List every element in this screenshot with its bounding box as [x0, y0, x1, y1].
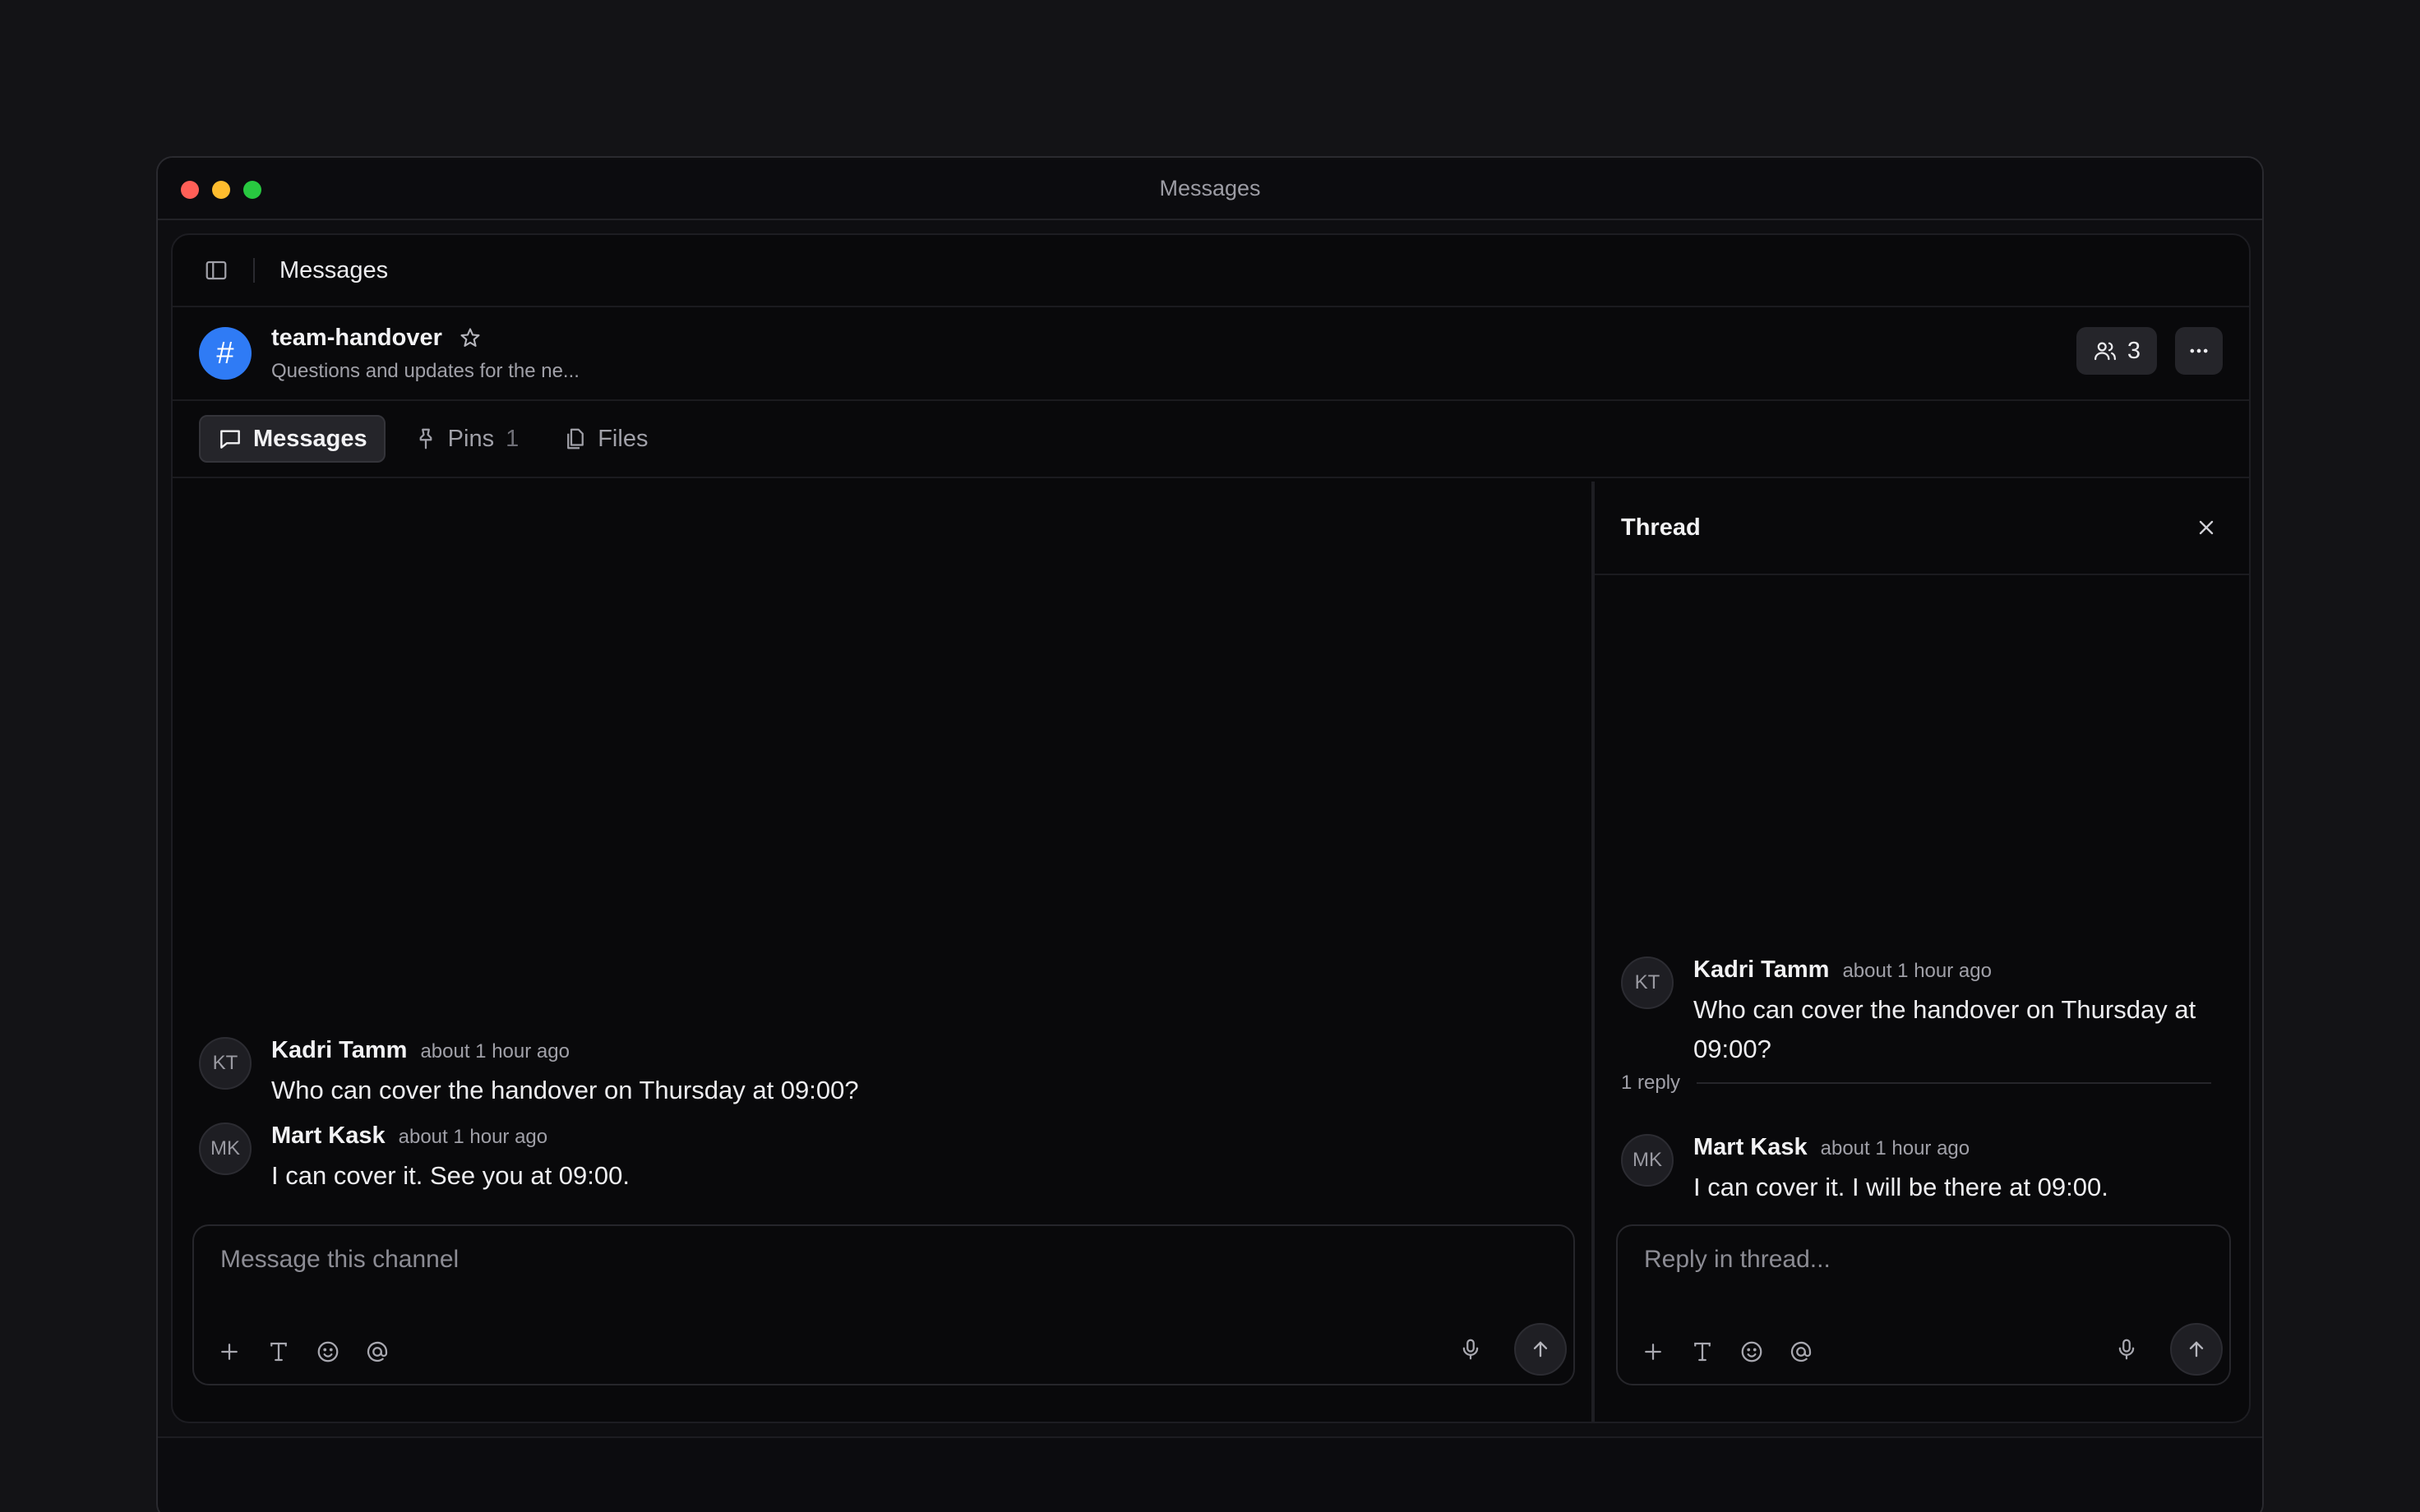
avatar: KT: [199, 1037, 252, 1090]
message-author: Kadri Tamm: [1693, 957, 1830, 983]
plus-icon[interactable]: [214, 1336, 245, 1367]
more-options-button[interactable]: [2175, 327, 2223, 375]
message-text: Who can cover the handover on Thursday a…: [1693, 995, 2196, 1063]
message-timestamp: about 1 hour ago: [398, 1126, 548, 1148]
arrow-up-icon: [1529, 1338, 1552, 1361]
message-text: Who can cover the handover on Thursday a…: [271, 1076, 859, 1104]
member-count: 3: [2127, 337, 2141, 364]
breadcrumb-current: Messages: [279, 256, 389, 284]
message-composer[interactable]: Message this channel: [192, 1224, 1575, 1385]
pins-count: 1: [506, 425, 520, 452]
message-text: I can cover it. See you at 09:00.: [271, 1161, 630, 1190]
text-format-icon[interactable]: [263, 1336, 294, 1367]
tab-label: Files: [598, 425, 649, 452]
text-format-icon[interactable]: [1687, 1336, 1718, 1367]
channel-description: Questions and updates for the ne...: [271, 359, 580, 382]
message-list-pane: KT Kadri Tamm about 1 hour ago Who can c…: [173, 482, 1591, 1422]
send-button[interactable]: [2170, 1323, 2223, 1376]
tab-label: Messages: [253, 425, 367, 452]
channel-avatar: #: [199, 327, 252, 380]
thread-parent-message[interactable]: KT Kadri Tamm about 1 hour ago Who can c…: [1621, 957, 2213, 1069]
tab-files[interactable]: Files: [547, 415, 664, 463]
sidebar-toggle-icon[interactable]: [202, 256, 230, 284]
avatar: MK: [1621, 1134, 1674, 1187]
reply-count: 1 reply: [1621, 1072, 1681, 1094]
title-bar: Messages: [158, 158, 2262, 220]
thread-reply-message[interactable]: MK Mart Kask about 1 hour ago I can cove…: [1621, 1134, 2108, 1207]
thread-composer[interactable]: Reply in thread...: [1616, 1224, 2231, 1385]
window-title: Messages: [1159, 175, 1261, 201]
arrow-up-icon: [2185, 1338, 2208, 1361]
close-window-button[interactable]: [181, 181, 199, 199]
tab-pins[interactable]: Pins 1: [397, 415, 536, 463]
close-icon[interactable]: [2190, 511, 2223, 544]
thread-reply-input[interactable]: Reply in thread...: [1644, 1246, 1831, 1274]
files-icon: [563, 426, 588, 451]
channel-tabs: Messages Pins 1 Files: [173, 401, 2249, 478]
avatar: KT: [1621, 957, 1674, 1009]
channel-header: # team-handover Questions and updates fo…: [173, 307, 2249, 401]
window-controls: [181, 181, 261, 199]
mention-icon[interactable]: [1785, 1336, 1817, 1367]
emoji-icon[interactable]: [312, 1336, 344, 1367]
message-author: Mart Kask: [271, 1122, 386, 1149]
app-panel: Messages # team-handover Questions and u…: [171, 233, 2251, 1423]
microphone-icon[interactable]: [1455, 1334, 1486, 1365]
message-timestamp: about 1 hour ago: [1820, 1137, 1970, 1159]
message-timestamp: about 1 hour ago: [420, 1040, 570, 1063]
star-icon[interactable]: [459, 326, 482, 349]
message-input[interactable]: Message this channel: [220, 1246, 459, 1274]
emoji-icon[interactable]: [1736, 1336, 1767, 1367]
message-square-icon: [217, 426, 243, 452]
breadcrumb-separator: [253, 258, 255, 283]
tab-label: Pins: [447, 425, 495, 452]
avatar: MK: [199, 1122, 252, 1175]
microphone-icon[interactable]: [2111, 1334, 2142, 1365]
app-window: Messages Messages # team-handover Questi…: [156, 156, 2264, 1512]
send-button[interactable]: [1514, 1323, 1567, 1376]
reply-count-divider: 1 reply: [1621, 1072, 2211, 1095]
message-author: Kadri Tamm: [271, 1037, 408, 1063]
window-footer: [158, 1436, 2262, 1512]
mention-icon[interactable]: [362, 1336, 393, 1367]
users-icon: [2093, 339, 2118, 363]
pin-icon: [413, 426, 438, 451]
thread-header: Thread: [1595, 482, 2249, 575]
message-text: I can cover it. I will be there at 09:00…: [1693, 1173, 2108, 1201]
maximize-window-button[interactable]: [243, 181, 261, 199]
thread-pane: Thread KT Kadri Tamm about 1 hour ago Wh…: [1595, 482, 2249, 1422]
thread-title: Thread: [1621, 514, 1701, 541]
ellipsis-icon: [2187, 339, 2210, 362]
minimize-window-button[interactable]: [212, 181, 230, 199]
message-item[interactable]: KT Kadri Tamm about 1 hour ago Who can c…: [199, 1037, 859, 1110]
message-timestamp: about 1 hour ago: [1842, 960, 1992, 982]
message-item[interactable]: MK Mart Kask about 1 hour ago I can cove…: [199, 1122, 630, 1196]
tab-messages[interactable]: Messages: [199, 415, 386, 463]
breadcrumb: Messages: [173, 235, 2249, 307]
members-button[interactable]: 3: [2076, 327, 2157, 375]
message-author: Mart Kask: [1693, 1134, 1808, 1160]
channel-name: team-handover: [271, 324, 442, 351]
plus-icon[interactable]: [1637, 1336, 1669, 1367]
